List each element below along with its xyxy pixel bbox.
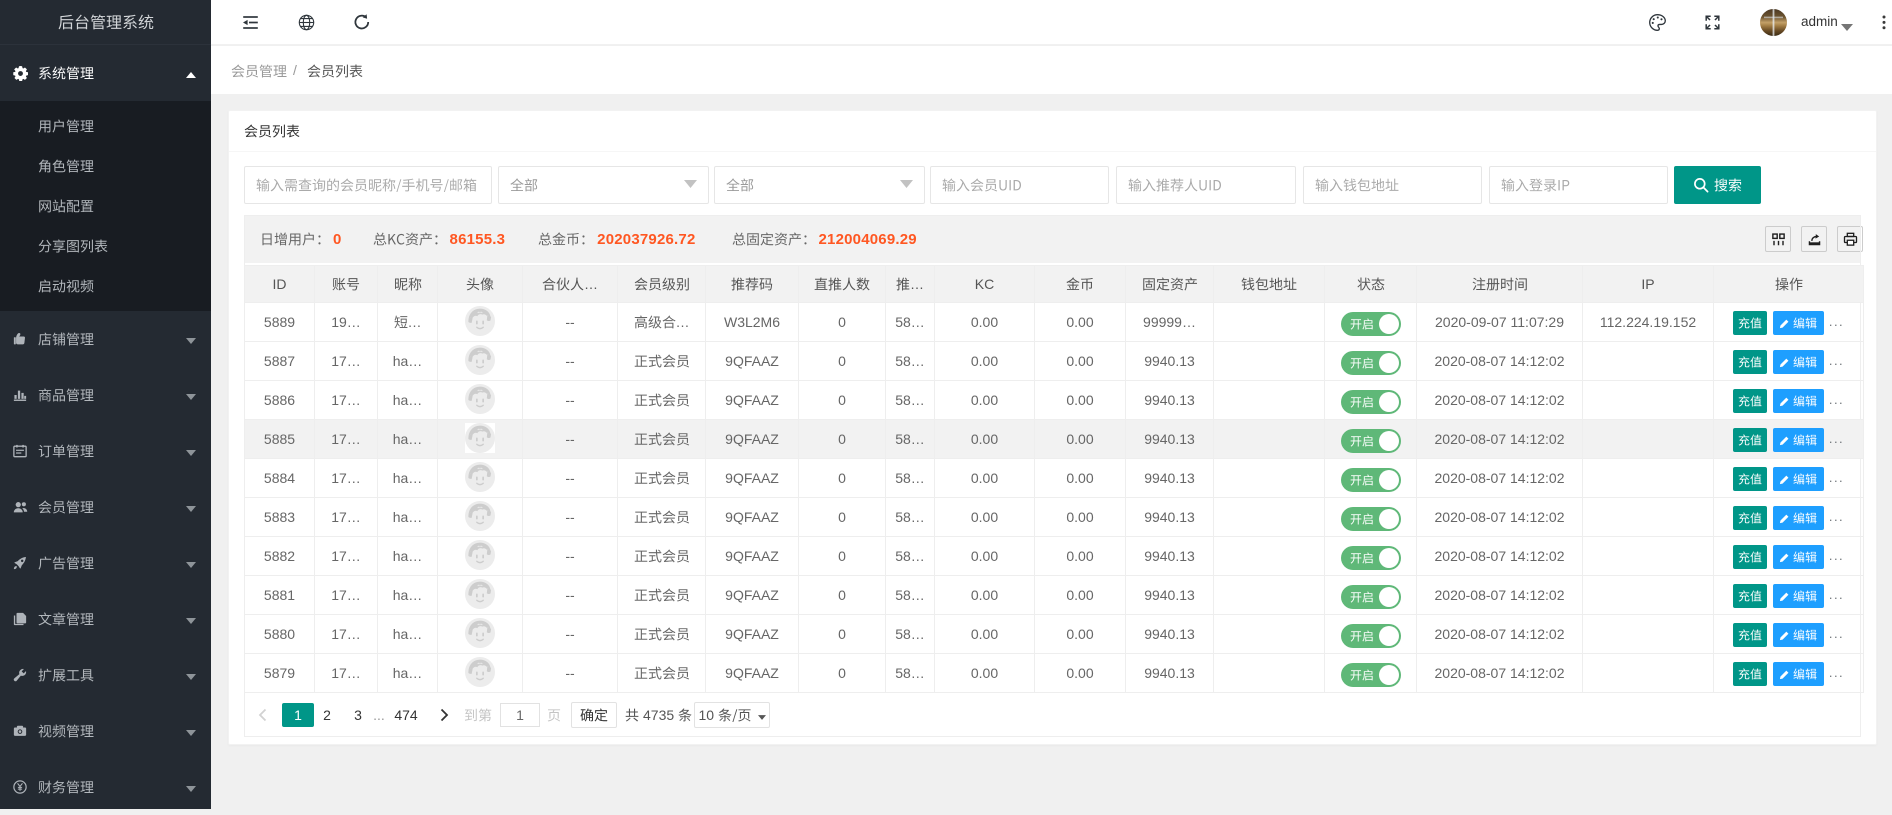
svg-text:***: *** bbox=[477, 427, 483, 432]
svg-text:***: *** bbox=[477, 466, 483, 471]
svg-text:***: *** bbox=[477, 661, 483, 666]
svg-text:***: *** bbox=[477, 583, 483, 588]
svg-text:***: *** bbox=[477, 310, 483, 315]
svg-text:***: *** bbox=[477, 505, 483, 510]
svg-text:***: *** bbox=[477, 544, 483, 549]
svg-text:***: *** bbox=[477, 349, 483, 354]
svg-text:***: *** bbox=[477, 622, 483, 627]
svg-text:***: *** bbox=[477, 388, 483, 393]
